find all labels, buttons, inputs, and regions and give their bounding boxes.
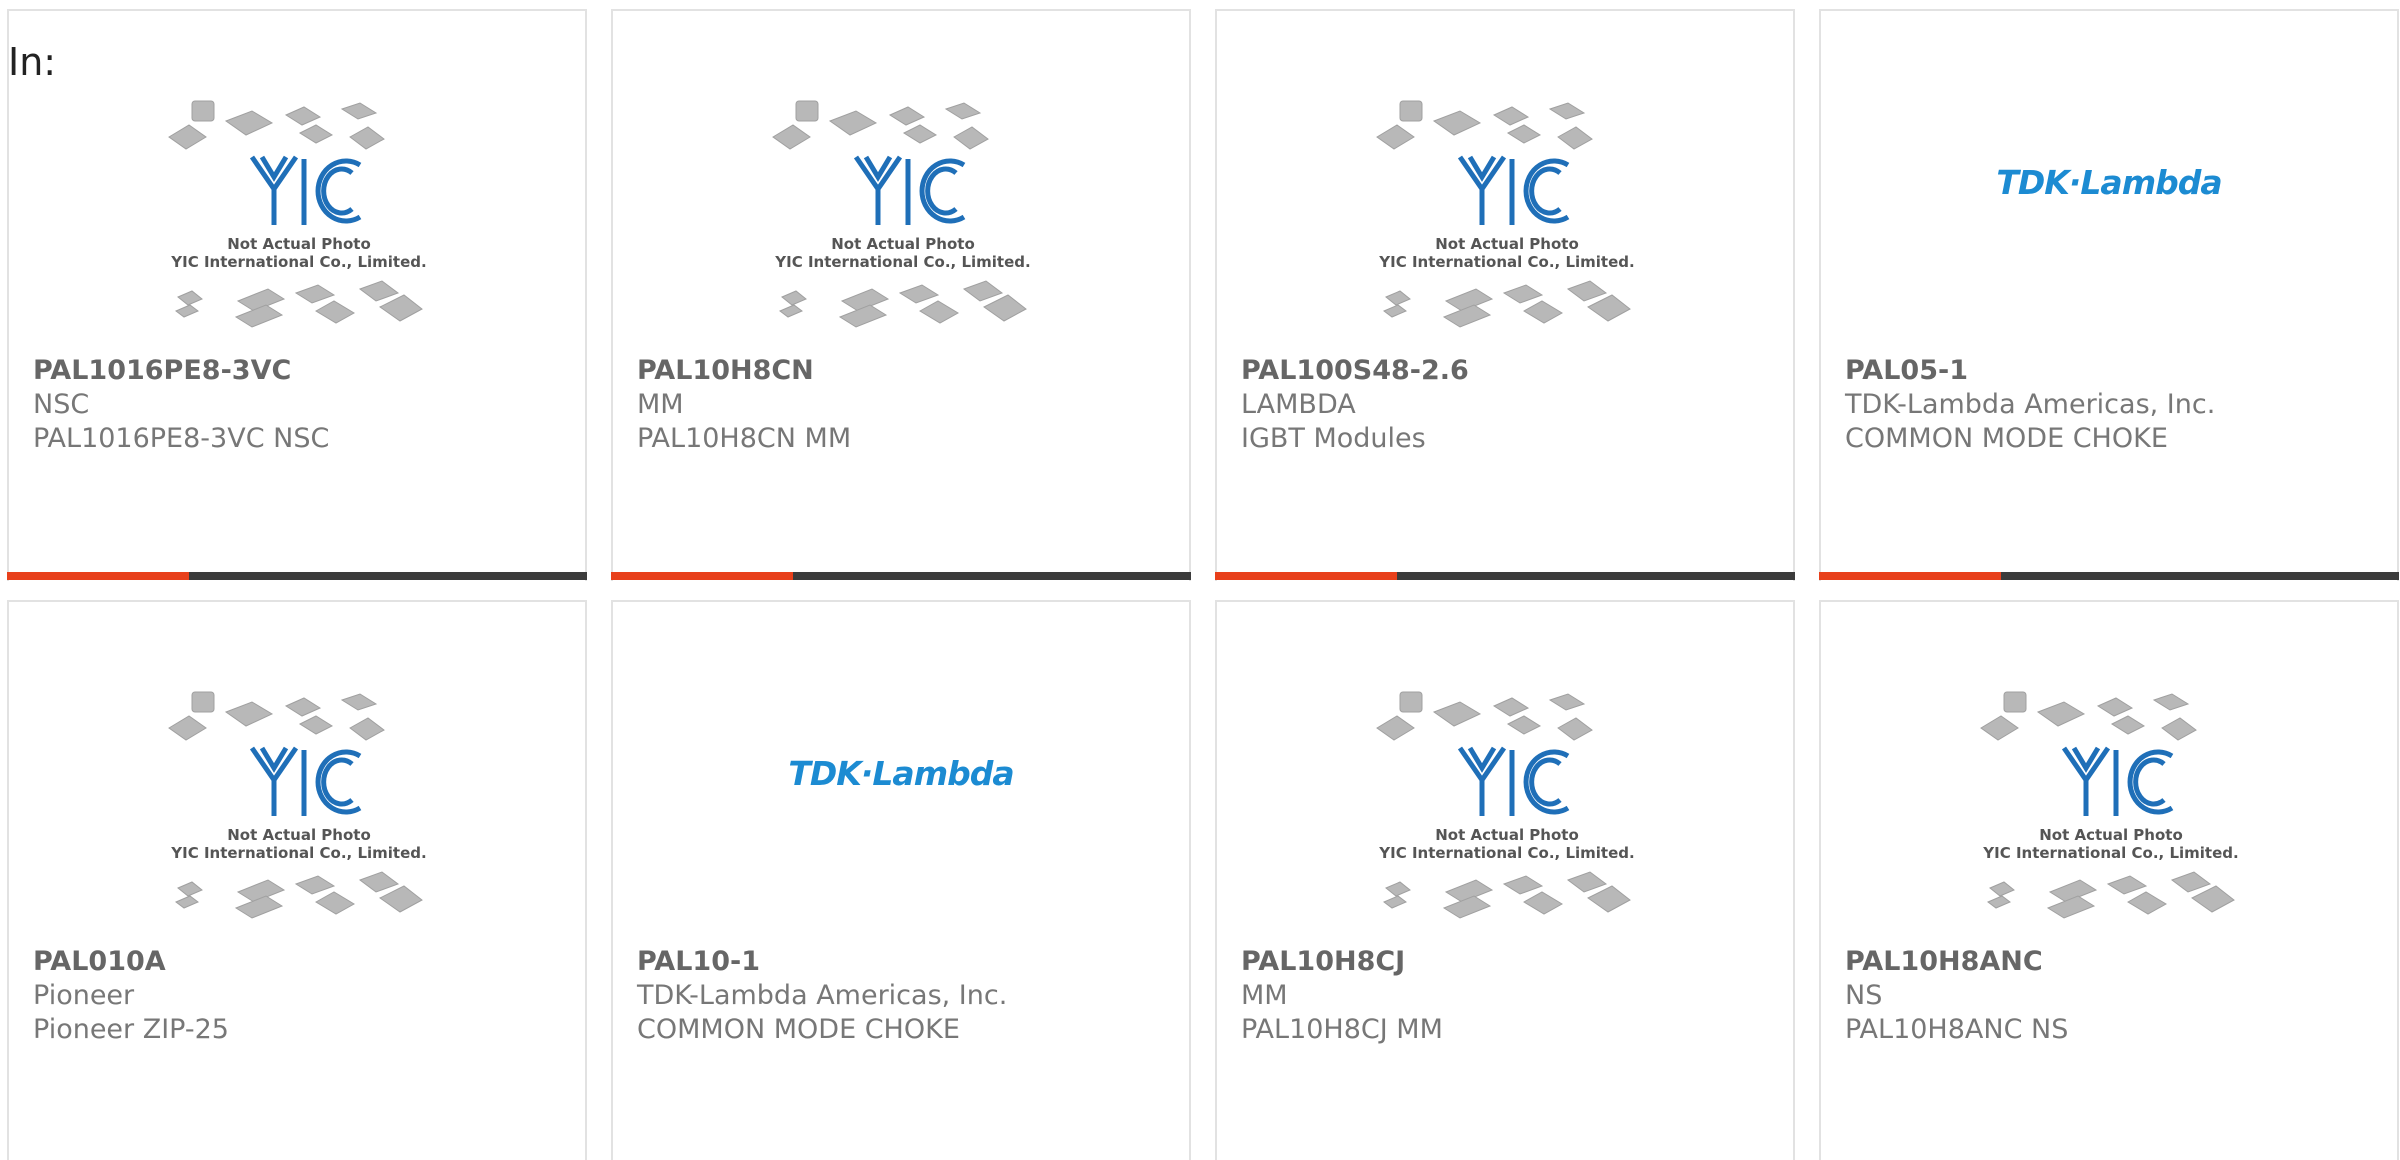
part-number-link[interactable]: PAL010A (33, 944, 229, 979)
product-card[interactable]: Not Actual Photo YIC International Co., … (1215, 9, 1795, 581)
product-image-placeholder[interactable]: Not Actual Photo YIC International Co., … (1372, 688, 1642, 938)
card-accent (1215, 572, 1397, 580)
yic-placeholder-image: Not Actual Photo YIC International Co., … (168, 691, 427, 919)
manufacturer: NSC (33, 389, 90, 420)
card-bottom-bar (1215, 572, 1795, 580)
description: PAL10H8ANC NS (1845, 1014, 2069, 1045)
part-number-link[interactable]: PAL10H8CN (637, 353, 851, 388)
part-number-link[interactable]: PAL10H8CJ (1241, 944, 1443, 979)
yic-placeholder-image: Not Actual Photo YIC International Co., … (1980, 691, 2239, 919)
placeholder-line1: Not Actual Photo (227, 235, 371, 253)
manufacturer: TDK-Lambda Americas, Inc. (637, 980, 1008, 1011)
product-image-placeholder[interactable]: Not Actual Photo YIC International Co., … (1372, 97, 1642, 347)
product-grid: Not Actual Photo YIC International Co., … (7, 9, 2399, 1160)
product-info: PAL10H8CN MM PAL10H8CN MM (637, 353, 851, 456)
product-card[interactable]: TDK·Lambda PAL05-1 TDK-Lambda Americas, … (1819, 9, 2399, 581)
section-label-in: In: (8, 40, 57, 84)
yic-placeholder-image: Not Actual Photo YIC International Co., … (168, 100, 427, 328)
part-number-link[interactable]: PAL10H8ANC (1845, 944, 2068, 979)
part-number-link[interactable]: PAL100S48-2.6 (1241, 353, 1469, 388)
product-image-placeholder[interactable]: Not Actual Photo YIC International Co., … (1976, 688, 2246, 938)
card-bottom-bar (611, 572, 1191, 580)
description: IGBT Modules (1241, 423, 1426, 454)
placeholder-line1: Not Actual Photo (2039, 826, 2183, 844)
product-card[interactable]: Not Actual Photo YIC International Co., … (7, 600, 587, 1160)
product-info: PAL10H8CJ MM PAL10H8CJ MM (1241, 944, 1443, 1047)
manufacturer: LAMBDA (1241, 389, 1356, 420)
placeholder-line2: YIC International Co., Limited. (774, 253, 1030, 271)
description: PAL10H8CN MM (637, 423, 852, 454)
manufacturer: MM (637, 389, 684, 420)
tdk-lambda-logo[interactable]: TDK·Lambda (613, 754, 1189, 793)
product-card[interactable]: TDK·Lambda PAL10-1 TDK-Lambda Americas, … (611, 600, 1191, 1160)
description: PAL1016PE8-3VC NSC (33, 423, 330, 454)
product-info: PAL10-1 TDK-Lambda Americas, Inc. COMMON… (637, 944, 1007, 1047)
product-image-placeholder[interactable]: Not Actual Photo YIC International Co., … (164, 97, 434, 347)
product-card[interactable]: Not Actual Photo YIC International Co., … (7, 9, 587, 581)
manufacturer: Pioneer (33, 980, 135, 1011)
placeholder-line2: YIC International Co., Limited. (170, 253, 426, 271)
product-image-placeholder[interactable]: Not Actual Photo YIC International Co., … (164, 688, 434, 938)
placeholder-line2: YIC International Co., Limited. (1982, 844, 2238, 862)
placeholder-line1: Not Actual Photo (1435, 235, 1579, 253)
product-info: PAL10H8ANC NS PAL10H8ANC NS (1845, 944, 2068, 1047)
product-info: PAL010A Pioneer Pioneer ZIP-25 (33, 944, 229, 1047)
product-image-placeholder[interactable]: Not Actual Photo YIC International Co., … (768, 97, 1038, 347)
part-number-link[interactable]: PAL1016PE8-3VC (33, 353, 329, 388)
placeholder-line1: Not Actual Photo (227, 826, 371, 844)
placeholder-line1: Not Actual Photo (831, 235, 975, 253)
part-number-link[interactable]: PAL05-1 (1845, 353, 2215, 388)
product-card[interactable]: Not Actual Photo YIC International Co., … (1215, 600, 1795, 1160)
card-bottom-bar (7, 572, 587, 580)
yic-placeholder-image: Not Actual Photo YIC International Co., … (772, 100, 1031, 328)
card-accent (1819, 572, 2001, 580)
manufacturer: MM (1241, 980, 1288, 1011)
card-bottom-bar (1819, 572, 2399, 580)
manufacturer: NS (1845, 980, 1883, 1011)
placeholder-line2: YIC International Co., Limited. (1378, 844, 1634, 862)
product-info: PAL05-1 TDK-Lambda Americas, Inc. COMMON… (1845, 353, 2215, 456)
product-card[interactable]: Not Actual Photo YIC International Co., … (611, 9, 1191, 581)
card-accent (611, 572, 793, 580)
placeholder-line2: YIC International Co., Limited. (170, 844, 426, 862)
card-accent (7, 572, 189, 580)
yic-placeholder-image: Not Actual Photo YIC International Co., … (1376, 100, 1635, 328)
manufacturer: TDK-Lambda Americas, Inc. (1845, 389, 2216, 420)
description: COMMON MODE CHOKE (637, 1014, 960, 1045)
description: COMMON MODE CHOKE (1845, 423, 2168, 454)
description: PAL10H8CJ MM (1241, 1014, 1443, 1045)
product-info: PAL100S48-2.6 LAMBDA IGBT Modules (1241, 353, 1469, 456)
product-info: PAL1016PE8-3VC NSC PAL1016PE8-3VC NSC (33, 353, 329, 456)
product-card[interactable]: Not Actual Photo YIC International Co., … (1819, 600, 2399, 1160)
description: Pioneer ZIP-25 (33, 1014, 229, 1045)
placeholder-line2: YIC International Co., Limited. (1378, 253, 1634, 271)
tdk-lambda-logo[interactable]: TDK·Lambda (1821, 163, 2397, 202)
yic-placeholder-image: Not Actual Photo YIC International Co., … (1376, 691, 1635, 919)
part-number-link[interactable]: PAL10-1 (637, 944, 1007, 979)
placeholder-line1: Not Actual Photo (1435, 826, 1579, 844)
